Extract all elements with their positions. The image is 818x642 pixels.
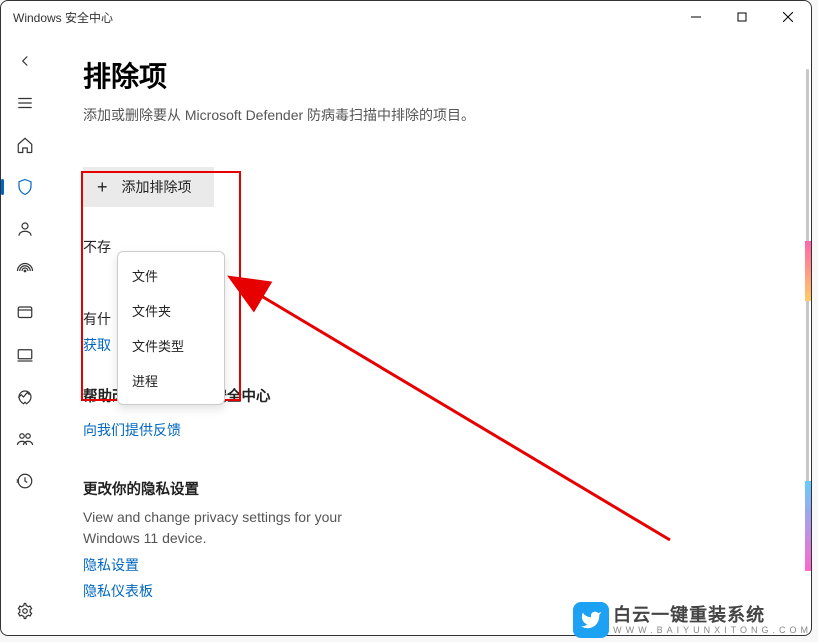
dropdown-item-file[interactable]: 文件 — [118, 258, 224, 293]
decoration-strip — [805, 481, 811, 571]
plus-icon: + — [97, 178, 108, 196]
dropdown-item-folder[interactable]: 文件夹 — [118, 293, 224, 328]
dropdown-item-filetype[interactable]: 文件类型 — [118, 328, 224, 363]
app-browser-icon[interactable] — [15, 303, 35, 323]
titlebar: Windows 安全中心 — [1, 1, 811, 33]
add-exclusion-button[interactable]: + 添加排除项 — [83, 167, 214, 207]
home-icon[interactable] — [15, 135, 35, 155]
history-icon[interactable] — [15, 471, 35, 491]
menu-icon[interactable] — [15, 93, 35, 113]
close-button[interactable] — [765, 1, 811, 33]
exclusion-type-dropdown: 文件 文件夹 文件类型 进程 — [117, 251, 225, 405]
add-exclusion-label: 添加排除项 — [122, 177, 192, 197]
family-icon[interactable] — [15, 429, 35, 449]
watermark-text-cn: 白云一键重装系统 — [613, 606, 812, 624]
back-icon[interactable] — [15, 51, 35, 71]
device-icon[interactable] — [15, 345, 35, 365]
page-description: 添加或删除要从 Microsoft Defender 防病毒扫描中排除的项目。 — [83, 105, 781, 125]
decoration-strip — [805, 241, 811, 301]
minimize-button[interactable] — [673, 1, 719, 33]
help-link[interactable]: 获取 — [83, 335, 111, 355]
dropdown-item-process[interactable]: 进程 — [118, 363, 224, 398]
performance-icon[interactable] — [15, 387, 35, 407]
account-icon[interactable] — [15, 219, 35, 239]
watermark-logo-icon — [573, 602, 609, 638]
watermark-text-en: WWW.BAIYUNXITONG.COM — [613, 626, 812, 635]
firewall-icon[interactable] — [15, 261, 35, 281]
window-controls — [673, 1, 811, 33]
sidebar — [1, 33, 49, 635]
window-title: Windows 安全中心 — [13, 9, 113, 26]
privacy-settings-link[interactable]: 隐私设置 — [83, 555, 139, 575]
shield-icon[interactable] — [15, 177, 35, 197]
privacy-body: View and change privacy settings for you… — [83, 507, 343, 549]
privacy-section: 更改你的隐私设置 View and change privacy setting… — [83, 478, 781, 601]
privacy-dashboard-link[interactable]: 隐私仪表板 — [83, 581, 153, 601]
watermark: 白云一键重装系统 WWW.BAIYUNXITONG.COM — [573, 602, 812, 638]
feedback-link[interactable]: 向我们提供反馈 — [83, 420, 181, 440]
settings-icon[interactable] — [15, 601, 35, 621]
page-heading: 排除项 — [83, 55, 781, 95]
privacy-title: 更改你的隐私设置 — [83, 478, 781, 499]
app-window: Windows 安全中心 — [0, 0, 812, 636]
maximize-button[interactable] — [719, 1, 765, 33]
